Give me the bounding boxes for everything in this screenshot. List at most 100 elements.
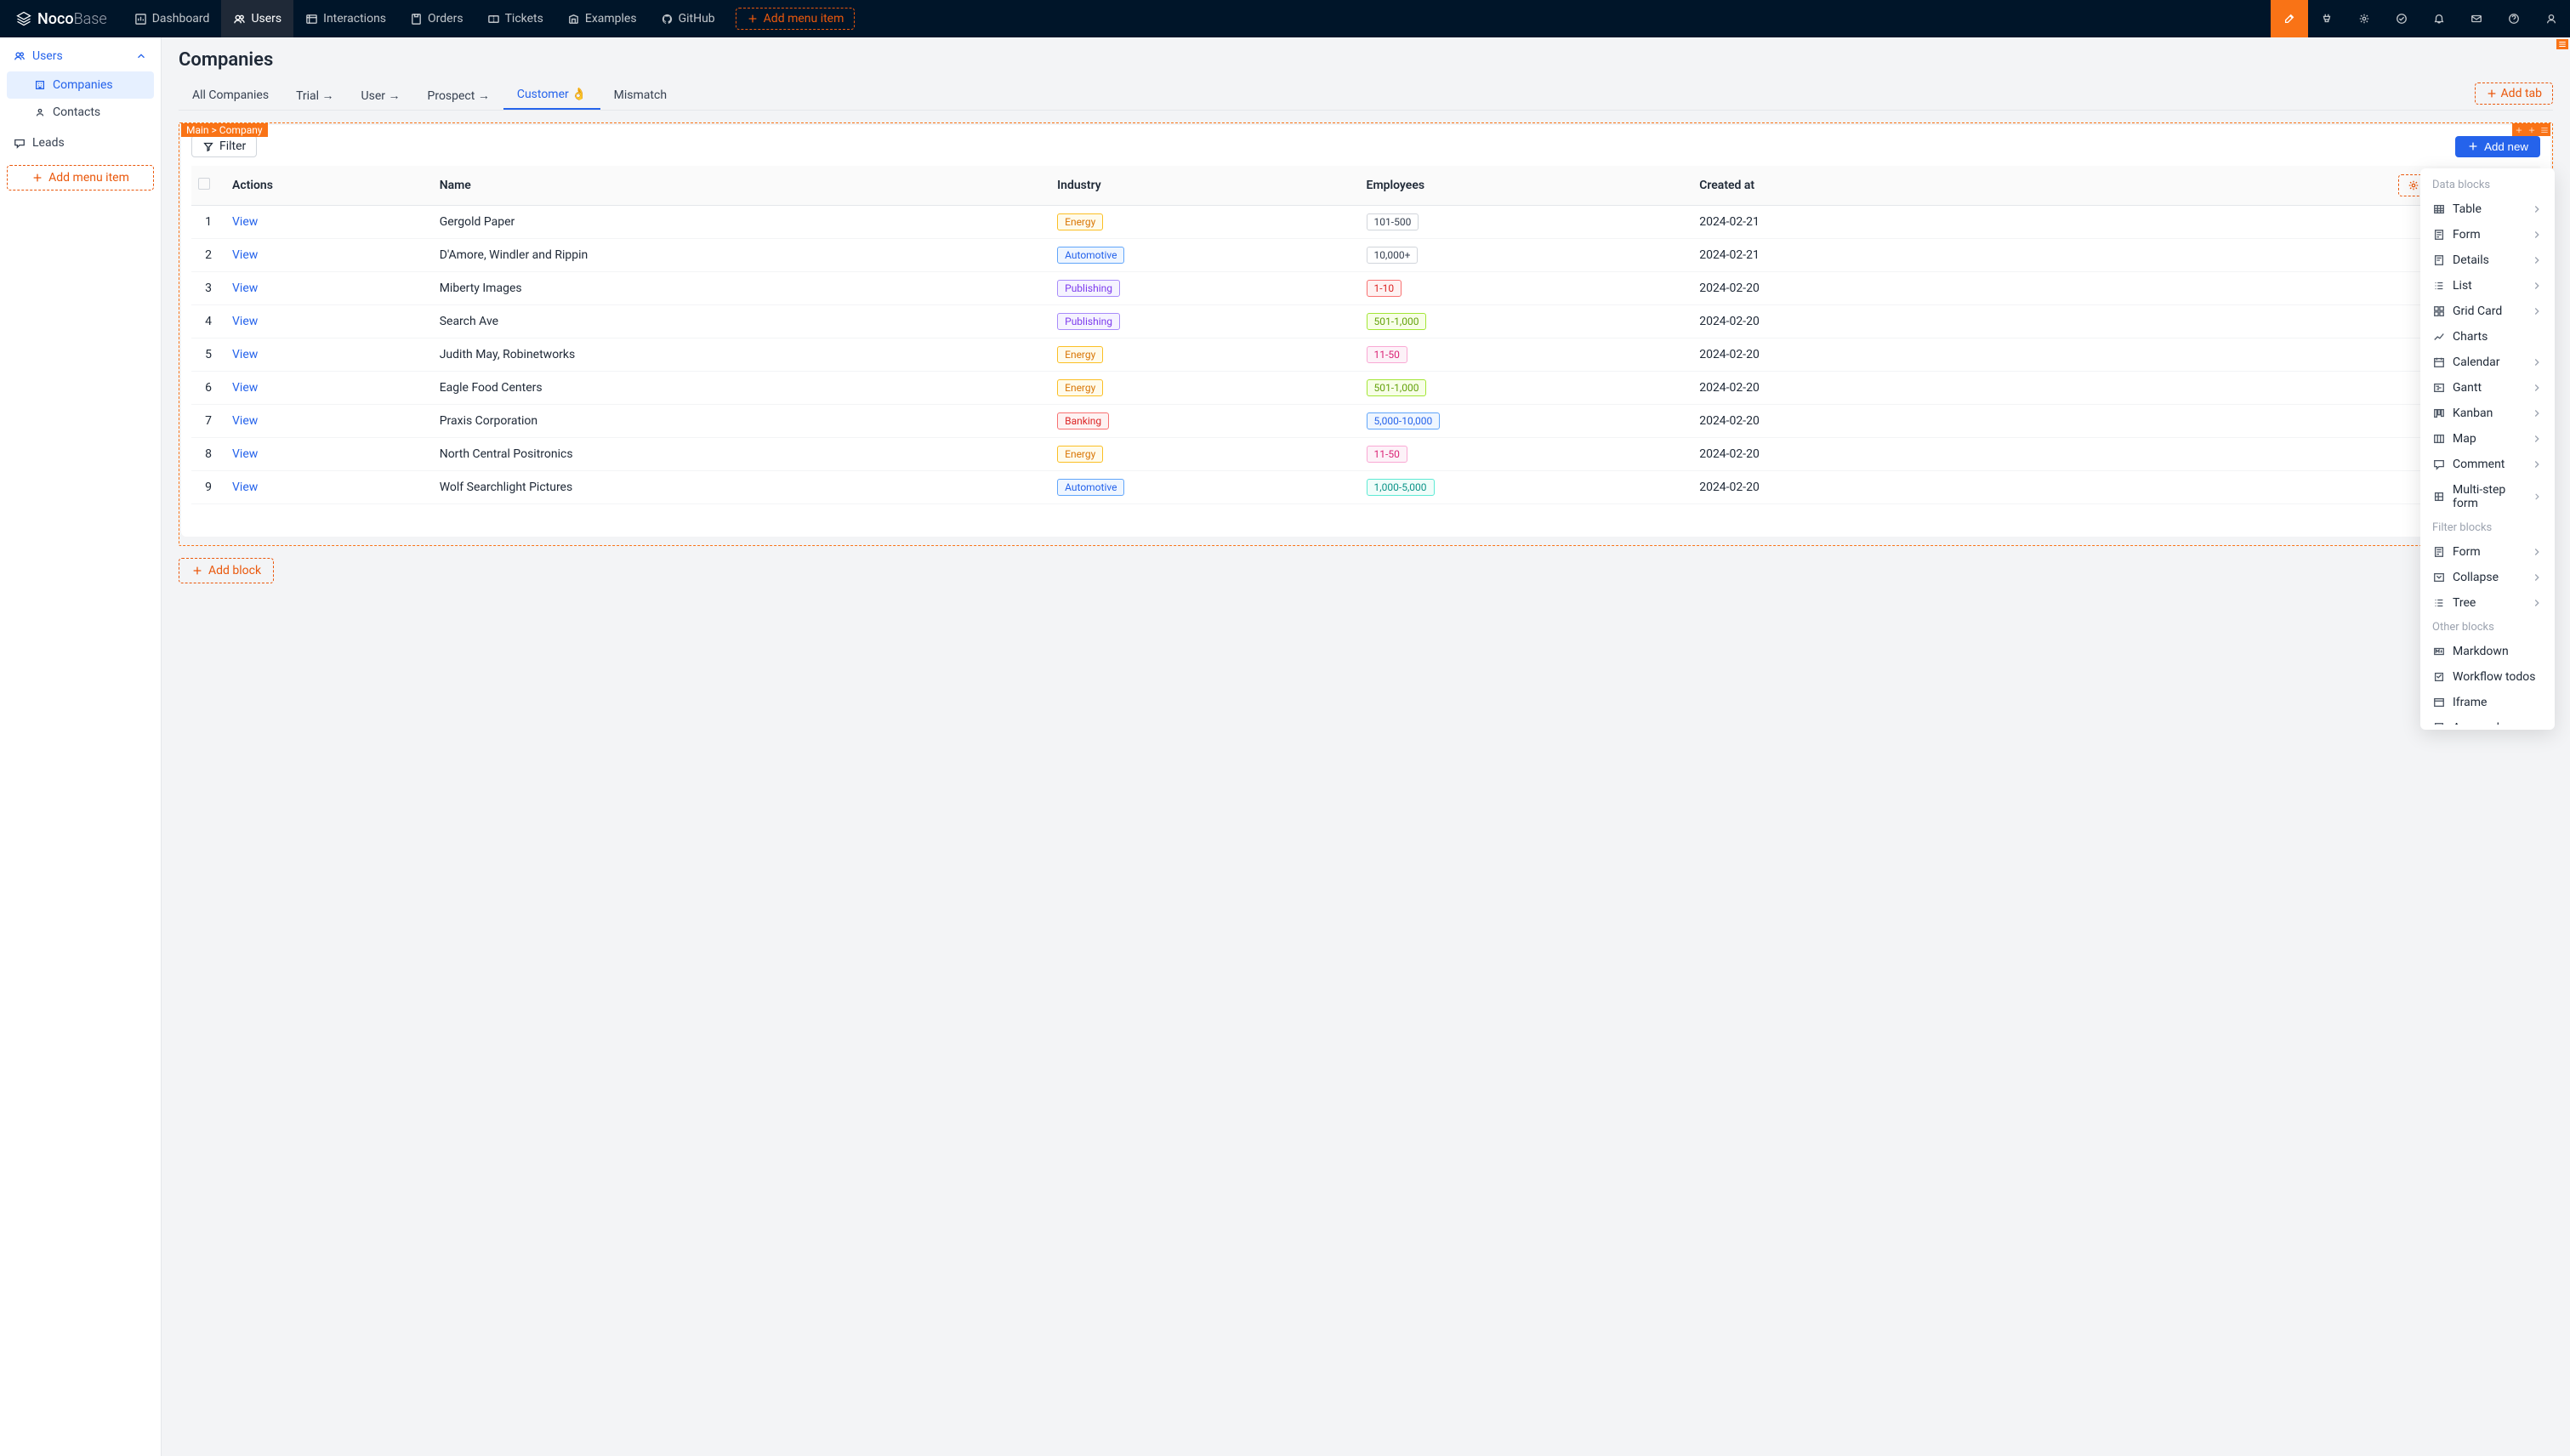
details-icon <box>2432 253 2446 267</box>
nav-github[interactable]: GitHub <box>649 0 727 37</box>
menu-item-list[interactable]: List <box>2420 273 2555 299</box>
sidebar-item-leads[interactable]: Leads <box>7 129 154 156</box>
menu-item-label: Table <box>2453 202 2482 216</box>
select-all-checkbox[interactable] <box>198 178 210 190</box>
table-block: Filter Add new Actions Name Industry Emp… <box>181 125 2550 537</box>
menu-item-approval[interactable]: Approval <box>2420 715 2555 725</box>
chat-icon <box>14 137 26 149</box>
menu-item-charts[interactable]: Charts <box>2420 324 2555 350</box>
menu-item-label: Markdown <box>2453 645 2509 658</box>
view-link[interactable]: View <box>232 315 258 328</box>
help-button[interactable] <box>2495 0 2533 37</box>
row-number: 7 <box>191 405 225 438</box>
menu-item-gantt[interactable]: Gantt <box>2420 375 2555 401</box>
calendar-icon <box>2432 355 2446 369</box>
menu-item-form[interactable]: Form <box>2420 222 2555 247</box>
menu-item-label: Kanban <box>2453 407 2493 420</box>
header-bar: NocoBase Dashboard Users Interactions Or… <box>0 0 2570 37</box>
user-menu-button[interactable] <box>2533 0 2570 37</box>
companies-table: Actions Name Industry Employees Created … <box>191 166 2540 504</box>
chevron-right-icon <box>2531 546 2543 558</box>
plus-icon <box>2515 126 2523 134</box>
tab-trial[interactable]: Trial → <box>282 82 347 110</box>
plugin-button[interactable] <box>2308 0 2345 37</box>
tab-customer[interactable]: Customer 👌 <box>503 81 600 110</box>
check-button[interactable] <box>2383 0 2420 37</box>
nav-orders[interactable]: Orders <box>398 0 475 37</box>
nav-examples[interactable]: Examples <box>555 0 649 37</box>
tab-mismatch[interactable]: Mismatch <box>600 82 680 109</box>
design-mode-button[interactable] <box>2271 0 2308 37</box>
gear-icon <box>2358 13 2370 25</box>
menu-item-calendar[interactable]: Calendar <box>2420 350 2555 375</box>
menu-item-comment[interactable]: Comment <box>2420 452 2555 477</box>
sidebar-item-companies[interactable]: Companies <box>7 71 154 99</box>
chevron-right-icon <box>2531 572 2543 583</box>
cell-created: 2024-02-21 <box>1692 239 1973 272</box>
user-icon <box>2545 13 2557 25</box>
add-block-button[interactable]: Add block <box>179 558 274 583</box>
nav-dashboard[interactable]: Dashboard <box>122 0 222 37</box>
block-drag-handle[interactable] <box>2538 123 2550 136</box>
menu-item-form[interactable]: Form <box>2420 539 2555 565</box>
block-add-button[interactable] <box>2525 123 2538 136</box>
nav-tickets[interactable]: Tickets <box>475 0 555 37</box>
plus-icon <box>2467 140 2479 152</box>
nav-users[interactable]: Users <box>221 0 293 37</box>
block-add-column-button[interactable] <box>2512 123 2525 136</box>
plus-icon <box>747 13 759 25</box>
tab-user[interactable]: User → <box>348 82 414 110</box>
view-link[interactable]: View <box>232 381 258 395</box>
view-link[interactable]: View <box>232 215 258 229</box>
menu-item-grid-card[interactable]: Grid Card <box>2420 299 2555 324</box>
sidebar-group-users[interactable]: Users <box>7 44 154 68</box>
tab-prospect[interactable]: Prospect → <box>414 82 503 110</box>
chevron-right-icon <box>2531 280 2543 292</box>
menu-item-multi-step-form[interactable]: Multi-step form <box>2420 477 2555 516</box>
todos-icon <box>2432 670 2446 684</box>
menu-item-iframe[interactable]: Iframe <box>2420 690 2555 715</box>
menu-item-kanban[interactable]: Kanban <box>2420 401 2555 426</box>
tab-all-companies[interactable]: All Companies <box>179 82 282 109</box>
cell-created: 2024-02-20 <box>1692 471 1973 504</box>
add-menu-item-button[interactable]: Add menu item <box>736 8 856 30</box>
menu-item-details[interactable]: Details <box>2420 247 2555 273</box>
mail-button[interactable] <box>2458 0 2495 37</box>
row-number: 2 <box>191 239 225 272</box>
nav-interactions[interactable]: Interactions <box>293 0 398 37</box>
view-link[interactable]: View <box>232 348 258 361</box>
view-link[interactable]: View <box>232 447 258 461</box>
list-icon <box>2432 279 2446 293</box>
logo[interactable]: NocoBase <box>0 10 122 28</box>
sidebar-add-menu-item[interactable]: Add menu item <box>7 165 154 191</box>
tabs: All Companies Trial → User → Prospect → … <box>179 81 2553 111</box>
menu-item-tree[interactable]: Tree <box>2420 590 2555 616</box>
employees-tag: 11-50 <box>1367 446 1407 463</box>
logo-noco: Noco <box>37 10 74 28</box>
menu-item-workflow-todos[interactable]: Workflow todos <box>2420 664 2555 690</box>
settings-button[interactable] <box>2345 0 2383 37</box>
chevron-right-icon <box>2531 597 2543 609</box>
brush-icon <box>2283 13 2295 25</box>
chevron-right-icon <box>2531 254 2543 266</box>
approval-icon <box>2432 721 2446 725</box>
menu-item-collapse[interactable]: Collapse <box>2420 565 2555 590</box>
filter-button[interactable]: Filter <box>191 135 257 157</box>
sidebar-item-contacts[interactable]: Contacts <box>7 99 154 126</box>
employees-tag: 5,000-10,000 <box>1367 412 1441 429</box>
view-link[interactable]: View <box>232 414 258 428</box>
menu-item-markdown[interactable]: Markdown <box>2420 639 2555 664</box>
menu-item-table[interactable]: Table <box>2420 196 2555 222</box>
view-link[interactable]: View <box>232 282 258 295</box>
sidebar: Users Companies Contacts Leads Add menu … <box>0 37 162 1456</box>
notifications-button[interactable] <box>2420 0 2458 37</box>
add-new-button[interactable]: Add new <box>2455 136 2540 157</box>
th-created: Created at <box>1692 166 1973 206</box>
view-link[interactable]: View <box>232 481 258 494</box>
view-link[interactable]: View <box>232 248 258 262</box>
chevron-right-icon <box>2531 407 2543 419</box>
add-tab-button[interactable]: Add tab <box>2475 82 2553 105</box>
cell-name: Judith May, Robinetworks <box>433 338 1050 372</box>
menu-item-map[interactable]: Map <box>2420 426 2555 452</box>
menu-item-label: Charts <box>2453 330 2488 344</box>
